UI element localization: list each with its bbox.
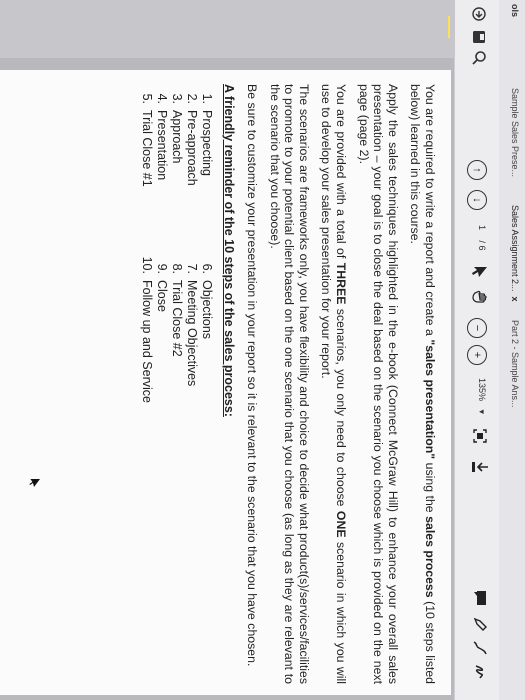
previous-page-button[interactable]: ↓: [467, 190, 487, 210]
pdf-toolbar: ↑ ↓ 1 / 6 − + 135% ▾: [454, 0, 499, 700]
hand-tool-icon[interactable]: [472, 290, 488, 306]
close-tab-button[interactable]: x: [510, 297, 520, 302]
list-item: 4.Presentation: [154, 93, 169, 181]
rotated-screen: ols Sample Sales Prese... Sales Assignme…: [0, 0, 525, 700]
tab-label: Sales Assignment 2...: [510, 205, 520, 292]
zoom-level-value: 135%: [477, 378, 487, 402]
list-item: 3.Approach: [169, 93, 184, 164]
select-cursor-icon[interactable]: [472, 265, 488, 279]
tab-bar: ols Sample Sales Prese... Sales Assignme…: [498, 0, 525, 700]
list-item: 7.Meeting Objectives: [184, 263, 199, 387]
download-icon[interactable]: [471, 460, 489, 474]
paragraph-scenarios-count: You are provided with a total of THREE s…: [319, 84, 349, 684]
paragraph-frameworks: The scenarios are frameworks only, you h…: [267, 84, 311, 684]
tab-sample-sales-presentation[interactable]: Sample Sales Prese...: [510, 88, 520, 177]
page-indicator[interactable]: 1 / 6: [477, 225, 487, 251]
next-page-button[interactable]: ↑: [467, 160, 487, 180]
list-item: 6.Objections: [199, 263, 214, 340]
steps-column-left: 1.Prospecting 2.Pre-approach 3.Approach …: [139, 84, 214, 254]
list-item: 2.Pre-approach: [184, 93, 199, 186]
arrow-up-icon: ↑: [471, 167, 484, 173]
document-page: You are required to write a report and c…: [0, 70, 451, 695]
zoom-level-select[interactable]: 135% ▾: [476, 378, 487, 414]
tab-label: Sample Sales Prese...: [510, 88, 520, 178]
tab-part2-sample-answer[interactable]: Part 2 - Sample Ans...: [510, 320, 520, 408]
minus-icon: −: [471, 324, 484, 332]
comment-icon[interactable]: [473, 590, 487, 606]
mouse-pointer-icon: [29, 478, 41, 488]
paragraph-techniques: Apply the sales techniques highlighted i…: [356, 84, 400, 684]
list-item: 9.Close: [154, 263, 169, 312]
search-icon[interactable]: [471, 50, 487, 66]
steps-heading: A friendly reminder of the 10 steps of t…: [222, 84, 237, 417]
steps-list: 1.Prospecting 2.Pre-approach 3.Approach …: [139, 84, 214, 684]
chevron-down-icon: ▾: [477, 409, 487, 415]
list-item: 5.Trial Close #1: [139, 93, 154, 187]
sidebar-tools-label: ols: [510, 4, 520, 18]
sign-icon[interactable]: [472, 664, 488, 680]
list-item: 10.Follow up and Service: [139, 256, 154, 403]
current-page-number[interactable]: 1: [477, 225, 487, 230]
fit-page-icon[interactable]: [472, 428, 488, 444]
tab-sales-assignment[interactable]: Sales Assignment 2... x: [510, 205, 520, 302]
plus-icon: +: [471, 351, 484, 359]
thumbnail-sidebar[interactable]: [0, 0, 455, 58]
paragraph-intro: You are required to write a report and c…: [408, 84, 437, 684]
zoom-in-button[interactable]: +: [467, 345, 487, 365]
arrow-down-icon: ↓: [471, 197, 484, 203]
save-icon[interactable]: [472, 30, 486, 44]
highlight-pen-icon[interactable]: [472, 616, 488, 632]
tab-label: Part 2 - Sample Ans...: [510, 320, 520, 408]
list-item: 1.Prospecting: [199, 93, 214, 177]
zoom-out-button[interactable]: −: [467, 318, 487, 338]
share-icon[interactable]: [471, 6, 487, 22]
draw-icon[interactable]: [472, 640, 488, 656]
steps-column-right: 6.Objections 7.Meeting Objectives 8.Tria…: [139, 254, 214, 403]
paragraph-customize: Be sure to customize your presentation i…: [245, 84, 260, 667]
list-item: 8.Trial Close #2: [169, 263, 184, 357]
document-content: You are required to write a report and c…: [139, 84, 441, 684]
page-total: / 6: [477, 240, 487, 251]
selected-thumbnail-marker: [448, 16, 450, 38]
